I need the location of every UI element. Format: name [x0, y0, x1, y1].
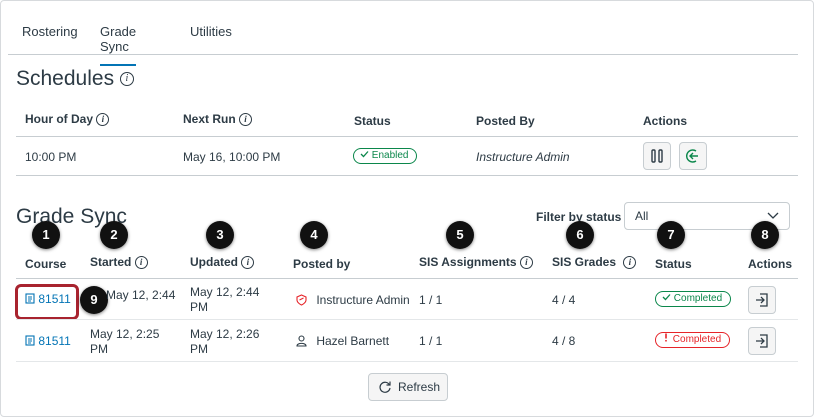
course-link[interactable]: 81511: [25, 334, 71, 348]
status-filter-value: All: [635, 209, 649, 223]
posted-by-user: Hazel Barnett: [296, 334, 389, 348]
divider: [16, 319, 798, 320]
callout-badge-9: 9: [80, 286, 108, 314]
sis-grades-count: 4 / 8: [552, 334, 576, 348]
admin-shield-icon: [296, 294, 307, 306]
status-badge-label: Enabled: [371, 150, 409, 161]
course-highlight-box: [15, 284, 79, 320]
info-icon[interactable]: i: [519, 256, 533, 270]
sync-now-button[interactable]: [679, 142, 707, 170]
import-icon: [756, 334, 768, 348]
schedules-heading: Schedules i: [16, 67, 134, 91]
info-icon[interactable]: i: [241, 256, 255, 270]
callout-badge-3: 3: [206, 221, 234, 249]
sync-icon: [686, 149, 698, 163]
warning-icon: [665, 333, 667, 342]
schedule-next-run: May 16, 10:00 PM: [183, 150, 281, 164]
import-icon: [756, 293, 768, 307]
refresh-icon: [379, 381, 391, 393]
status-badge-label: Completed: [673, 293, 723, 304]
updated-date: May 12, 2:44: [190, 285, 260, 299]
col-actions: Actions: [643, 114, 688, 128]
document-icon: [25, 335, 35, 346]
callout-badge-5: 5: [446, 221, 474, 249]
status-badge: Completed: [655, 332, 731, 348]
started-date: May 12, 2:44: [106, 288, 176, 302]
col-course: Course: [25, 257, 67, 271]
info-icon[interactable]: i: [623, 256, 637, 270]
tab-divider: [8, 54, 798, 55]
course-id[interactable]: 81511: [38, 334, 70, 348]
started-date-suffix: PM: [90, 342, 108, 356]
col-updated: Updated i: [190, 255, 255, 270]
updated-date: May 12, 2:26: [190, 327, 260, 341]
user-icon: [296, 335, 307, 347]
check-icon: [360, 151, 369, 158]
view-sync-details-button[interactable]: [748, 327, 776, 355]
status-badge-label: Completed: [672, 334, 722, 345]
callout-badge-6: 6: [566, 221, 594, 249]
col-status: Status: [655, 257, 692, 271]
tab-utilities[interactable]: Utilities: [190, 24, 232, 39]
callout-badge-4: 4: [300, 221, 328, 249]
posted-by-name: Hazel Barnett: [316, 334, 390, 348]
col-posted-by: Posted By: [476, 114, 535, 128]
sis-grades-count: 4 / 4: [552, 293, 576, 307]
info-icon[interactable]: i: [239, 113, 253, 127]
col-posted-by: Posted by: [293, 257, 351, 271]
col-actions: Actions: [748, 257, 793, 271]
divider: [16, 278, 798, 279]
refresh-label: Refresh: [398, 380, 441, 394]
updated-date-suffix: PM: [190, 300, 208, 314]
schedule-posted-by: Instructure Admin: [476, 150, 570, 164]
col-status: Status: [354, 114, 391, 128]
updated-date-suffix: PM: [190, 342, 208, 356]
callout-badge-7: 7: [657, 221, 685, 249]
tab-rostering[interactable]: Rostering: [22, 24, 78, 39]
pause-button[interactable]: [643, 142, 671, 170]
col-hour-of-day: Hour of Day i: [25, 112, 110, 127]
posted-by-user: Instructure Admin: [296, 293, 410, 307]
callout-badge-1: 1: [32, 221, 60, 249]
posted-by-name: Instructure Admin: [316, 293, 410, 307]
view-sync-details-button[interactable]: [748, 286, 776, 314]
callout-badge-8: 8: [751, 221, 779, 249]
col-started: Started i: [90, 255, 148, 270]
check-icon: [662, 294, 671, 301]
info-icon[interactable]: i: [134, 256, 148, 270]
divider: [16, 175, 798, 176]
pause-icon: [651, 149, 663, 163]
col-sis-assignments: SIS Assignments i: [419, 255, 533, 270]
divider: [16, 361, 798, 362]
sis-assignments-count: 1 / 1: [419, 293, 443, 307]
schedule-hour: 10:00 PM: [25, 150, 77, 164]
divider: [16, 136, 798, 137]
refresh-button[interactable]: Refresh: [368, 373, 448, 401]
col-sis-grades: SIS Grades i: [552, 255, 637, 270]
sis-assignments-count: 1 / 1: [419, 334, 443, 348]
status-badge: Enabled: [353, 148, 418, 164]
started-date: May 12, 2:25: [90, 327, 160, 341]
chevron-down-icon: [767, 212, 779, 219]
tab-grade-sync[interactable]: Grade Sync: [100, 24, 137, 66]
info-icon[interactable]: i: [96, 113, 110, 127]
info-icon[interactable]: i: [119, 72, 134, 87]
callout-badge-2: 2: [100, 221, 128, 249]
status-badge: Completed: [655, 291, 732, 307]
col-next-run: Next Run i: [183, 112, 253, 127]
